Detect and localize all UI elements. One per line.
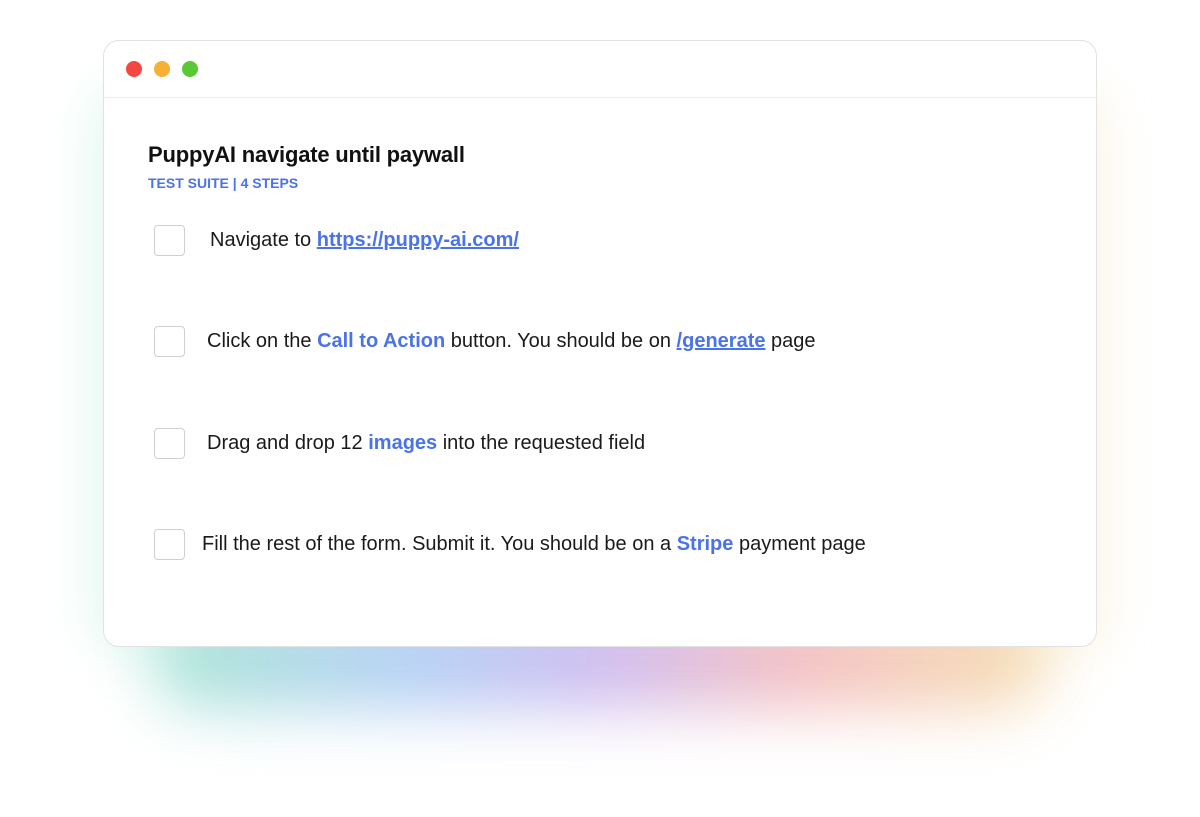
step-2-checkbox[interactable] <box>154 326 185 357</box>
window-titlebar <box>104 41 1096 98</box>
step-3-checkbox[interactable] <box>154 428 185 459</box>
step-4-part-3: payment page <box>733 533 866 555</box>
step-2-generate-link[interactable]: /generate <box>677 330 766 352</box>
maximize-window-button[interactable] <box>182 61 198 77</box>
step-3-text: Drag and drop 12 images into the request… <box>207 432 645 455</box>
step-2-highlight-cta: Call to Action <box>317 330 446 352</box>
step-1: Navigate to https://puppy-ai.com/ <box>154 225 519 256</box>
step-2-part-1: Click on the <box>207 330 318 352</box>
step-3-part-3: into the requested field <box>437 432 646 454</box>
suite-title: PuppyAI navigate until paywall <box>148 142 465 167</box>
step-2-text: Click on the Call to Action button. You … <box>207 330 816 353</box>
step-2-part-3: button. You should be on <box>445 330 677 352</box>
step-4-text: Fill the rest of the form. Submit it. Yo… <box>202 533 866 556</box>
step-3-highlight-images: images <box>368 432 438 454</box>
stage: PuppyAI navigate until paywall TEST SUIT… <box>0 0 1200 817</box>
step-1-checkbox[interactable] <box>154 225 185 256</box>
suite-subtitle: TEST SUITE | 4 STEPS <box>148 175 299 191</box>
step-1-text: Navigate to https://puppy-ai.com/ <box>210 229 519 252</box>
close-window-button[interactable] <box>126 61 142 77</box>
step-2-part-5: page <box>765 330 816 352</box>
step-4-checkbox[interactable] <box>154 529 185 560</box>
step-4: Fill the rest of the form. Submit it. Yo… <box>154 529 866 560</box>
step-4-part-1: Fill the rest of the form. Submit it. Yo… <box>202 533 677 555</box>
step-4-highlight-stripe: Stripe <box>676 533 734 555</box>
step-1-part-1: Navigate to <box>210 229 317 251</box>
step-3-part-1: Drag and drop 12 <box>207 432 369 454</box>
step-2: Click on the Call to Action button. You … <box>154 326 816 357</box>
minimize-window-button[interactable] <box>154 61 170 77</box>
step-3: Drag and drop 12 images into the request… <box>154 428 645 459</box>
app-window: PuppyAI navigate until paywall TEST SUIT… <box>103 40 1097 647</box>
step-1-url-link[interactable]: https://puppy-ai.com/ <box>317 229 519 251</box>
